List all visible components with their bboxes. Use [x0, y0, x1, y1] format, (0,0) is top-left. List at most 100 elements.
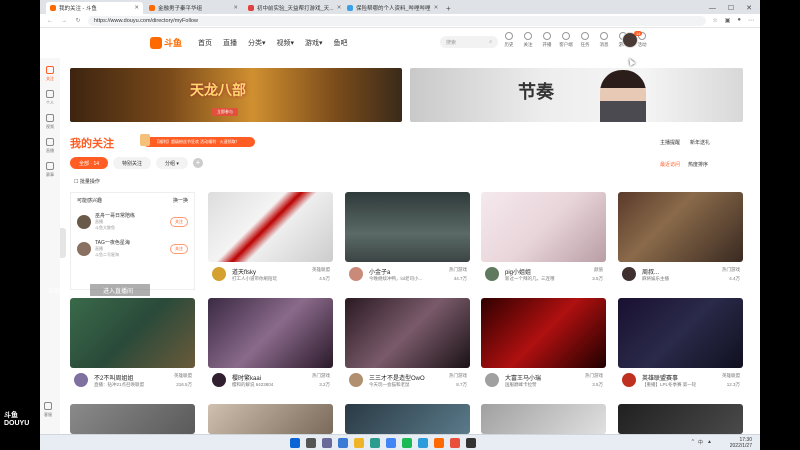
filter-all[interactable]: 全部 · 14 — [70, 157, 109, 169]
tab-close-icon[interactable]: ✕ — [337, 5, 341, 11]
streamer-name[interactable]: 大富王马小瑞 — [505, 373, 541, 382]
avatar[interactable] — [211, 266, 227, 282]
stream-card[interactable]: 道天flsky 打工人小道带你刷陪玩 英雄联盟 4.5万 — [208, 192, 333, 290]
app-icon[interactable] — [450, 438, 460, 448]
douyu-app-icon[interactable] — [434, 438, 444, 448]
history-button[interactable]: 历史 — [502, 32, 516, 48]
tab-close-icon[interactable]: ✕ — [134, 5, 139, 11]
wechat-icon[interactable] — [402, 438, 412, 448]
stream-thumbnail[interactable] — [481, 404, 606, 434]
stream-card[interactable]: 不2不叫周姐姐 直播：钻冲21点召唤联盟 英雄联盟 216.5万 — [70, 298, 195, 396]
minimize-button[interactable]: — — [709, 5, 716, 12]
sort-hot[interactable]: 热度排序 — [688, 161, 708, 168]
filter-special[interactable]: 特别关注 — [113, 157, 152, 169]
sidebar-item-live[interactable]: 直播 — [40, 138, 60, 154]
avatar[interactable] — [348, 266, 364, 282]
file-explorer-icon[interactable] — [354, 438, 364, 448]
broadcast-button[interactable]: 开播 — [540, 32, 554, 48]
stream-thumbnail[interactable] — [208, 404, 333, 434]
sidebar-item-esports[interactable]: 赛事 — [40, 162, 60, 178]
message-button[interactable]: 消息 — [597, 32, 611, 48]
stream-card[interactable]: 樱时繁kaai 樱和的解说 6423804 热门游戏 3.2万 — [208, 298, 333, 396]
stream-card[interactable]: 大富王马小瑞 国服巅峰卡拉赞 热门游戏 3.5万 — [481, 298, 606, 396]
stream-thumbnail[interactable] — [618, 192, 743, 262]
stream-thumbnail[interactable] — [345, 298, 470, 368]
forward-button[interactable]: → — [60, 18, 68, 24]
stream-thumbnail[interactable] — [618, 298, 743, 368]
tab-close-icon[interactable]: ✕ — [233, 5, 238, 11]
sidebar-item-service[interactable]: 客服 — [44, 402, 52, 418]
favorites-icon[interactable]: ☆ — [712, 17, 717, 24]
batch-operation-button[interactable]: ☐ 批量操作 — [74, 178, 100, 185]
collections-icon[interactable]: ▣ — [725, 17, 731, 24]
streamer-name[interactable]: 不2不叫周姐姐 — [94, 373, 133, 382]
browser-tab-active[interactable]: 我的关注 - 斗鱼 ✕ — [46, 2, 143, 14]
recommend-item[interactable]: TAG一夜色星海 直播 斗鱼二号星海 关注 — [71, 235, 194, 262]
refresh-button[interactable]: 换一换 — [173, 197, 188, 204]
nav-yuba[interactable]: 鱼吧 — [334, 38, 348, 48]
client-button[interactable]: 客户端 — [559, 32, 573, 48]
banner-button[interactable]: 立即参与 — [212, 108, 238, 116]
qq-icon[interactable] — [418, 438, 428, 448]
avatar[interactable] — [621, 266, 637, 282]
sidebar-collapse-handle[interactable] — [60, 228, 66, 258]
avatar[interactable] — [348, 372, 364, 388]
sort-recent[interactable]: 最近访问 — [660, 161, 680, 168]
sidebar-item-personal[interactable]: 个人 — [40, 90, 60, 106]
recommend-item[interactable]: 巫舟一哥日常陪练 直播 斗鱼大鲸鱼 关注 — [71, 208, 194, 235]
stream-card[interactable]: 周叔... 麻将娱乐主播 热门游戏 4.4万 — [618, 192, 743, 290]
close-window-button[interactable]: ✕ — [746, 4, 752, 12]
nav-category[interactable]: 分类▾ — [248, 38, 266, 48]
follow-button[interactable]: 关注 — [170, 243, 188, 254]
search-icon[interactable]: ⌕ — [489, 39, 492, 45]
windows-start-icon[interactable] — [290, 438, 300, 448]
filter-group[interactable]: 分组 ▾ — [156, 157, 188, 169]
stream-card[interactable] — [618, 404, 743, 434]
nav-live[interactable]: 直播 — [223, 38, 237, 48]
stream-thumbnail[interactable] — [618, 404, 743, 434]
nav-video[interactable]: 视频▾ — [277, 38, 295, 48]
stream-card[interactable]: 小金子a 今晚继续冲鸭，lol老司小... 热门游戏 44.7万 — [345, 192, 470, 290]
browser-tab[interactable]: 保险帮哪的个人资料_哔哩哔哩 ✕ — [343, 2, 440, 14]
app-icon[interactable] — [466, 438, 476, 448]
streamer-name[interactable]: 周叔... — [642, 267, 659, 276]
maximize-button[interactable]: ☐ — [728, 4, 734, 12]
streamer-name[interactable]: 小金子a — [369, 267, 390, 276]
tray-expand-icon[interactable]: ^ — [692, 439, 694, 446]
stream-card[interactable]: 英雄联盟赛事 【重播】LPL冬季赛 第一轮 英雄联盟 12.3万 — [618, 298, 743, 396]
network-icon[interactable]: ▲ — [707, 439, 712, 446]
streamer-name[interactable]: pig小姐姐 — [505, 267, 531, 276]
edge-browser-icon[interactable] — [370, 438, 380, 448]
reload-button[interactable]: ↻ — [74, 17, 82, 24]
sidebar-item-follow[interactable]: 关注 — [40, 66, 60, 82]
avatar[interactable] — [73, 372, 89, 388]
avatar[interactable] — [621, 372, 637, 388]
avatar[interactable] — [484, 266, 500, 282]
follow-button[interactable]: 关注 — [521, 32, 535, 48]
stream-card[interactable]: 三三才不是造型OwO 今天玩一会猫和老鼠 热门游戏 8.7万 — [345, 298, 470, 396]
avatar[interactable] — [211, 372, 227, 388]
douyu-logo[interactable]: 斗鱼 — [150, 36, 182, 49]
stream-thumbnail[interactable] — [208, 192, 333, 262]
avatar[interactable] — [484, 372, 500, 388]
nav-home[interactable]: 首页 — [198, 38, 212, 48]
add-group-button[interactable]: + — [192, 158, 203, 168]
browser-tab[interactable]: 金融男子秦平华组 ✕ — [145, 2, 242, 14]
ad-banner-right[interactable]: 节奏 — [410, 68, 743, 122]
clock[interactable]: 17:30 2022/1/27 — [730, 437, 752, 449]
nav-games[interactable]: 游戏▾ — [305, 38, 323, 48]
streamer-name[interactable]: 三三才不是造型OwO — [369, 373, 425, 382]
stream-thumbnail[interactable] — [345, 192, 470, 262]
follow-button[interactable]: 关注 — [170, 216, 188, 227]
stream-thumbnail[interactable] — [70, 298, 195, 368]
back-button[interactable]: ← — [46, 18, 54, 24]
new-tab-button[interactable]: + — [442, 2, 455, 14]
task-view-icon[interactable] — [322, 438, 332, 448]
ime-icon[interactable]: 中 — [698, 439, 703, 446]
stream-thumbnail[interactable] — [481, 298, 606, 368]
new-year-gift-link[interactable]: 新年送礼 — [690, 139, 710, 146]
url-field[interactable]: https://www.douyu.com/directory/myFollow — [88, 15, 707, 26]
task-button[interactable]: 任务 — [578, 32, 592, 48]
search-icon[interactable] — [306, 438, 316, 448]
chrome-icon[interactable] — [386, 438, 396, 448]
